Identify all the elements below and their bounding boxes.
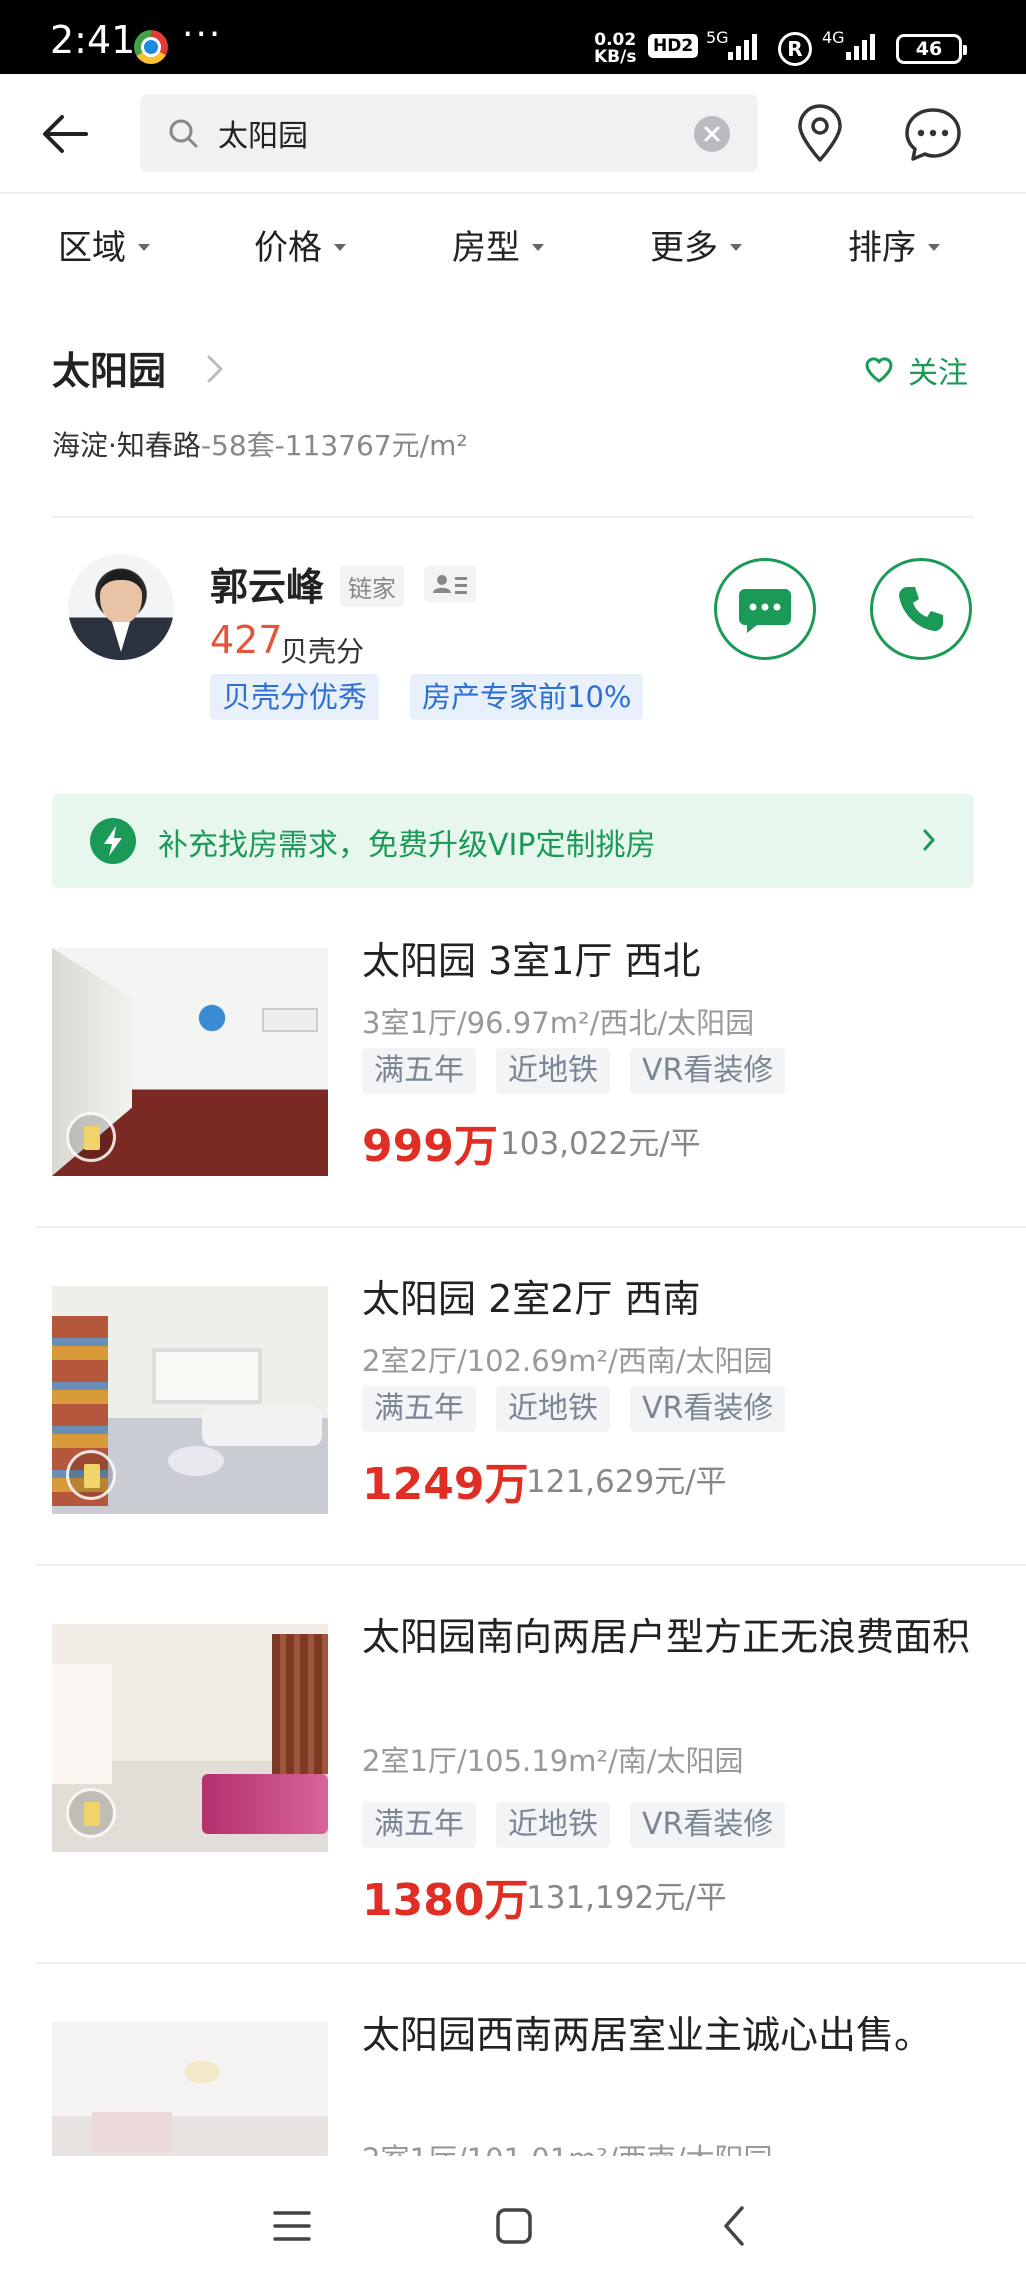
chevron-right-icon — [922, 828, 936, 852]
listing-price: 1380万 — [362, 1875, 529, 1926]
vip-banner[interactable]: 补充找房需求，免费升级VIP定制挑房 — [52, 794, 974, 888]
home-icon[interactable] — [494, 2206, 534, 2250]
listing-tag: VR看装修 — [630, 1802, 786, 1848]
chevron-right-icon[interactable] — [206, 354, 224, 384]
listing-photo[interactable] — [52, 2022, 328, 2156]
listing-info: 2室1厅/105.19m²/南/太阳园 — [362, 1744, 744, 1778]
location-pin-icon[interactable] — [792, 102, 848, 164]
search-input[interactable] — [218, 110, 658, 156]
filter-layout[interactable]: 房型 — [452, 220, 544, 269]
status-bar: 2:41 ··· 0.02 KB/s HD2 5G R 4G 46 — [0, 0, 1026, 74]
message-icon[interactable] — [902, 104, 964, 164]
follow-label: 关注 — [908, 356, 968, 391]
search-bar[interactable] — [140, 94, 758, 172]
community-name[interactable]: 太阳园 — [52, 340, 166, 395]
community-divider — [52, 516, 974, 518]
menu-icon[interactable] — [272, 2208, 312, 2248]
back-icon[interactable] — [720, 2204, 748, 2252]
chevron-down-icon — [730, 244, 742, 251]
vr-play-icon — [66, 1450, 116, 1500]
listing-tag: 近地铁 — [496, 1048, 610, 1094]
listing-tag: VR看装修 — [630, 1386, 786, 1432]
agent-company-badge: 链家 — [340, 566, 404, 607]
listing-tag: 满五年 — [362, 1048, 476, 1094]
call-agent-button[interactable] — [870, 558, 972, 660]
roaming-icon: R — [778, 32, 812, 66]
listing-photo[interactable] — [52, 1286, 328, 1514]
hd-voice-icon: HD2 — [648, 34, 699, 58]
chevron-down-icon — [532, 244, 544, 251]
listing-price: 999万 — [362, 1121, 498, 1172]
agent-badge: 贝壳分优秀 — [210, 674, 380, 720]
vr-play-icon — [66, 1112, 116, 1162]
avatar[interactable] — [68, 554, 174, 660]
chevron-down-icon — [138, 244, 150, 251]
system-nav-bar — [0, 2160, 1026, 2280]
listing-tag: VR看装修 — [630, 1048, 786, 1094]
agent-score: 427 — [210, 618, 283, 662]
more-notifications-icon: ··· — [182, 14, 223, 55]
listing-info: 2室2厅/102.69m²/西南/太阳园 — [362, 1344, 773, 1378]
listing-info: 2室1厅/101.01m²/西南/太阳园 — [362, 2136, 773, 2156]
chevron-down-icon — [334, 244, 346, 251]
network-speed: 0.02 KB/s — [594, 30, 637, 67]
listing-unit-price: 103,022元/平 — [500, 1126, 701, 1162]
community-info: 海淀·知春路-58套-113767元/m² — [52, 429, 468, 462]
listing-tag: 近地铁 — [496, 1386, 610, 1432]
listing-divider — [36, 1962, 1026, 1964]
agent-badge: 房产专家前10% — [410, 674, 644, 720]
header-divider — [0, 192, 1026, 194]
id-card-icon[interactable] — [424, 566, 476, 602]
listing-title: 太阳园 2室2厅 西南 — [362, 1277, 701, 1321]
listing-title: 太阳园 3室1厅 西北 — [362, 939, 701, 983]
filter-sort[interactable]: 排序 — [848, 220, 940, 269]
phone-icon — [899, 587, 943, 631]
signal-5g-icon — [728, 34, 757, 60]
status-time: 2:41 — [50, 18, 136, 62]
chat-agent-button[interactable] — [714, 558, 816, 660]
back-arrow-icon[interactable] — [36, 104, 96, 164]
listing-tag: 满五年 — [362, 1802, 476, 1848]
listing-title: 太阳园西南两居室业主诚心出售。 — [362, 2013, 933, 2057]
follow-button[interactable]: 关注 — [864, 348, 968, 392]
listing-tag: 满五年 — [362, 1386, 476, 1432]
battery-icon: 46 — [896, 34, 967, 64]
filter-area[interactable]: 区域 — [58, 220, 150, 269]
filter-price[interactable]: 价格 — [254, 220, 346, 269]
filter-more[interactable]: 更多 — [650, 220, 742, 269]
agent-name[interactable]: 郭云峰 — [210, 556, 324, 611]
vr-play-icon — [66, 1788, 116, 1838]
banner-text: 补充找房需求，免费升级VIP定制挑房 — [158, 828, 656, 863]
listing-price: 1249万 — [362, 1459, 529, 1510]
chevron-down-icon — [928, 244, 940, 251]
search-icon — [168, 118, 198, 148]
listing-photo[interactable] — [52, 1624, 328, 1852]
listing-divider — [36, 1226, 1026, 1228]
heart-icon — [865, 357, 893, 383]
listing-tag: 近地铁 — [496, 1802, 610, 1848]
chrome-icon — [134, 30, 168, 64]
listing-divider — [36, 1564, 1026, 1566]
listing-title: 太阳园南向两居户型方正无浪费面积 — [362, 1615, 971, 1659]
listing-info: 3室1厅/96.97m²/西北/太阳园 — [362, 1006, 755, 1040]
agent-score-label: 贝壳分 — [280, 635, 365, 668]
chat-bubble-icon — [739, 589, 791, 633]
listing-photo[interactable] — [52, 948, 328, 1176]
signal-4g-icon — [846, 34, 875, 60]
listing-unit-price: 121,629元/平 — [526, 1464, 727, 1500]
listing-unit-price: 131,192元/平 — [526, 1880, 727, 1916]
network-5g-label: 5G — [706, 28, 729, 47]
clear-icon[interactable] — [694, 116, 730, 152]
lightning-icon — [90, 818, 136, 864]
network-4g-label: 4G — [822, 28, 845, 47]
